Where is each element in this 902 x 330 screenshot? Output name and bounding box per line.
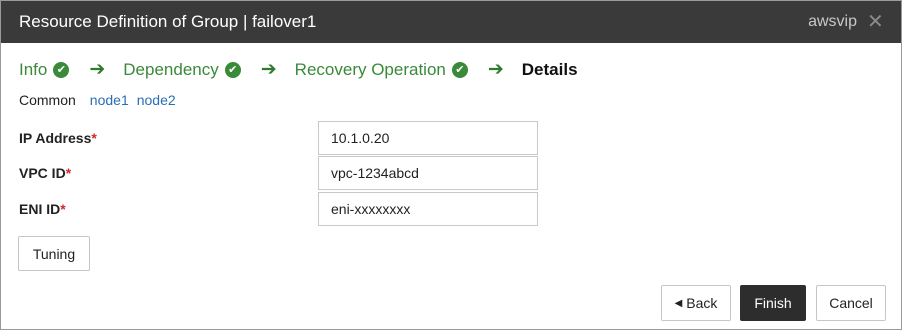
step-details-label: Details [521, 59, 578, 79]
check-circle-icon: ✔ [451, 61, 468, 78]
eni-id-input[interactable]: eni-xxxxxxxx [318, 192, 538, 226]
dialog-titlebar: Resource Definition of Group | failover1… [1, 1, 901, 43]
resource-definition-dialog: Resource Definition of Group | failover1… [0, 0, 902, 330]
back-button-label: Back [686, 295, 718, 311]
wizard-steps: Info ✔ ➔ Dependency ✔ ➔ Recovery Operati… [19, 58, 578, 81]
finish-button[interactable]: Finish [740, 285, 806, 321]
close-icon[interactable]: ✕ [867, 12, 884, 32]
tab-node2[interactable]: node2 [137, 92, 176, 108]
vpc-id-row: VPC ID* vpc-1234abcd [19, 156, 539, 190]
check-circle-icon: ✔ [53, 61, 70, 78]
required-mark: * [65, 165, 72, 181]
ip-address-row: IP Address* 10.1.0.20 [19, 121, 539, 155]
caret-left-icon: ◀ [674, 297, 683, 309]
arrow-right-icon: ➔ [89, 59, 106, 80]
back-button[interactable]: ◀ Back [661, 285, 731, 321]
resource-name: awsvip [808, 13, 857, 30]
check-circle-icon: ✔ [224, 61, 241, 78]
required-mark: * [60, 201, 66, 217]
eni-id-label: ENI ID* [19, 201, 66, 217]
step-dependency-label: Dependency [123, 59, 219, 79]
step-details: Details [522, 60, 578, 80]
vpc-id-label: VPC ID* [19, 165, 72, 181]
tab-common[interactable]: Common [19, 92, 76, 108]
eni-id-row: ENI ID* eni-xxxxxxxx [19, 192, 539, 226]
step-recovery-operation-label: Recovery Operation [294, 59, 446, 79]
ip-address-input[interactable]: 10.1.0.20 [318, 121, 538, 155]
server-tabs: Common node1 node2 [19, 92, 184, 108]
step-dependency[interactable]: Dependency ✔ [123, 59, 241, 80]
vpc-id-input[interactable]: vpc-1234abcd [318, 156, 538, 190]
required-mark: * [91, 130, 97, 146]
arrow-right-icon: ➔ [260, 59, 277, 80]
ip-address-label: IP Address* [19, 130, 97, 146]
dialog-title: Resource Definition of Group | failover1 [19, 12, 317, 31]
step-recovery-operation[interactable]: Recovery Operation ✔ [295, 60, 468, 80]
tab-node1[interactable]: node1 [90, 92, 129, 108]
arrow-right-icon: ➔ [487, 59, 504, 80]
step-info-label: Info [19, 59, 48, 79]
tuning-button[interactable]: Tuning [18, 236, 90, 271]
cancel-button[interactable]: Cancel [816, 285, 886, 321]
step-info[interactable]: Info ✔ [19, 59, 70, 80]
